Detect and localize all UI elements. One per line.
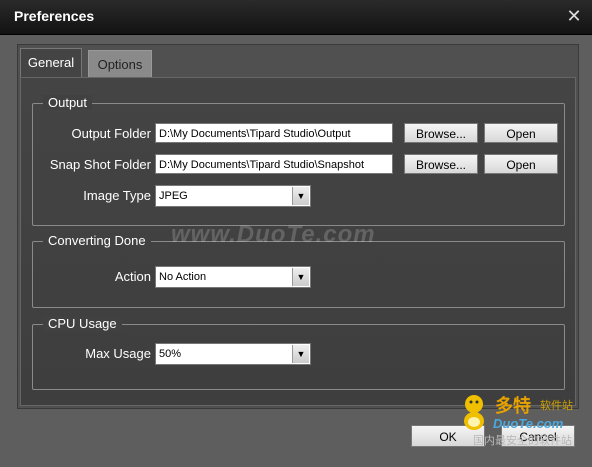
cpu-usage-group: CPU Usage Max Usage 50% ▼ — [32, 316, 565, 390]
image-type-value: JPEG — [159, 190, 188, 202]
output-folder-label: Output Folder — [71, 126, 152, 141]
chevron-down-icon[interactable]: ▼ — [292, 268, 309, 286]
close-icon[interactable]: ✕ — [566, 7, 582, 25]
action-label: Action — [114, 269, 151, 284]
output-group: Output Output Folder D:\My Documents\Tip… — [32, 95, 565, 226]
logo-text-sub: 软件站 — [540, 400, 573, 412]
logo-text-slogan: 国内最安全的软件站 — [473, 435, 572, 447]
converting-done-legend: Converting Done — [43, 233, 151, 248]
image-type-label: Image Type — [83, 188, 151, 203]
output-legend: Output — [43, 95, 93, 110]
output-open-button[interactable]: Open — [484, 123, 558, 143]
chevron-down-icon[interactable]: ▼ — [292, 187, 309, 205]
chevron-down-icon[interactable]: ▼ — [292, 345, 309, 363]
snapshot-browse-button[interactable]: Browse... — [404, 154, 478, 174]
output-folder-field[interactable]: D:\My Documents\Tipard Studio\Output — [155, 123, 393, 143]
max-usage-select[interactable]: 50% ▼ — [155, 343, 311, 365]
snapshot-folder-field[interactable]: D:\My Documents\Tipard Studio\Snapshot — [155, 154, 393, 174]
max-usage-label: Max Usage — [85, 346, 151, 361]
tab-options[interactable]: Options — [88, 50, 152, 78]
snapshot-folder-label: Snap Shot Folder — [49, 157, 151, 172]
duote-logo: 多特 软件站 DuoTe.com 国内最安全的软件站 — [455, 388, 590, 450]
logo-text-domain: DuoTe.com — [493, 416, 564, 431]
converting-done-group: Converting Done Action No Action ▼ — [32, 233, 565, 308]
max-usage-value: 50% — [159, 348, 182, 360]
tab-general[interactable]: General — [20, 48, 82, 77]
action-select[interactable]: No Action ▼ — [155, 266, 311, 288]
watermark-text: www.DuoTe.com — [171, 221, 376, 248]
tab-content: Output Output Folder D:\My Documents\Tip… — [20, 77, 576, 406]
cpu-usage-legend: CPU Usage — [43, 316, 122, 331]
action-value: No Action — [159, 271, 207, 283]
snapshot-open-button[interactable]: Open — [484, 154, 558, 174]
logo-text-main: 多特 — [495, 396, 531, 416]
mascot-icon — [464, 395, 484, 430]
output-browse-button[interactable]: Browse... — [404, 123, 478, 143]
window-title: Preferences — [14, 8, 95, 24]
title-bar: Preferences ✕ — [0, 0, 592, 35]
image-type-select[interactable]: JPEG ▼ — [155, 185, 311, 207]
